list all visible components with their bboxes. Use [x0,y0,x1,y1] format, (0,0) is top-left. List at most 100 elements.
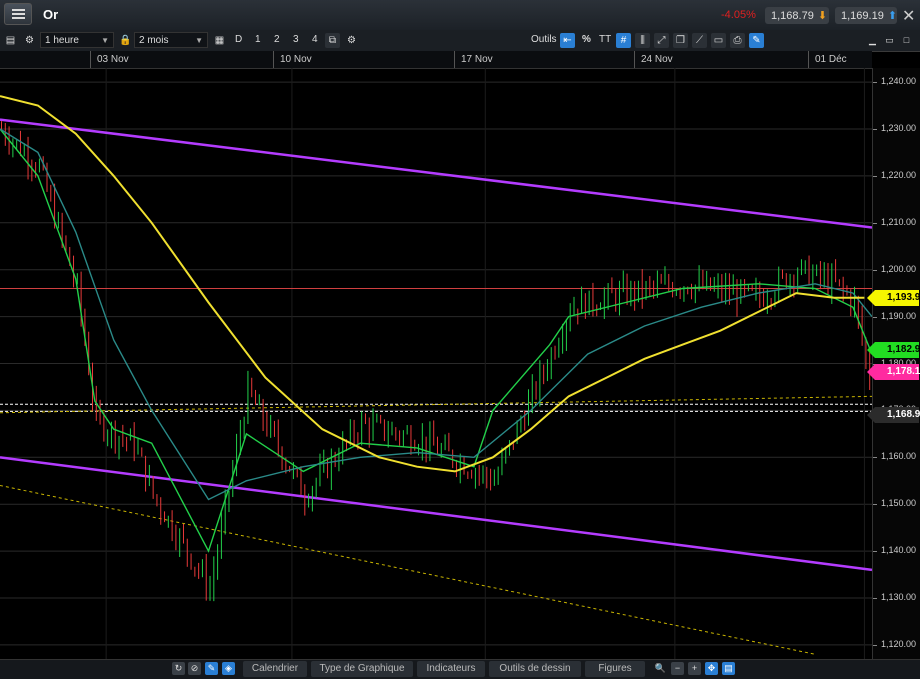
instrument-title: Or [43,7,59,22]
date-label: 01 Déc [815,54,847,65]
duplicate-icon[interactable]: ❐ [673,33,688,48]
chart-toolbar: ▤ ⚙ 1 heure ▼ 🔒 2 mois ▼ ▦ D 1 2 3 4 ⧉ ⚙ O… [0,30,920,52]
tick-mark [873,504,877,506]
tick-mark [873,82,877,84]
y-tick-label: 1,230.00 [881,122,917,133]
pencil-icon[interactable]: ✎ [205,662,218,675]
close-icon[interactable]: ✕ [902,6,915,26]
percent-toggle[interactable]: % [582,32,591,48]
trendline [0,118,872,229]
move-icon[interactable]: ✥ [705,662,718,675]
chart-type-button[interactable]: Type de Graphique [311,661,413,677]
zoom-out-icon[interactable]: − [671,662,684,675]
price-label: 1,168.99 [867,407,920,424]
maximize-icon[interactable]: □ [899,33,914,48]
bid-arrow-icon: ⬇ [817,10,828,22]
menu-icon[interactable] [4,3,32,25]
date-label: 24 Nov [641,54,673,65]
price-label-text: 1,168.99 [887,409,920,421]
date-divider [808,51,809,68]
date-label: 17 Nov [461,54,493,65]
settings-gear-icon[interactable]: ⚙ [22,33,37,48]
period-4[interactable]: 4 [312,32,318,48]
price-label: 1,182.93 [867,341,920,358]
minimize-icon[interactable]: ▁ [865,33,880,48]
ruler-icon[interactable]: ▤ [722,662,735,675]
y-tick-label: 1,200.00 [881,263,917,274]
zoom-fit-icon[interactable]: ⤢ [654,33,669,48]
grid-icon[interactable]: # [616,33,631,48]
indicators-button[interactable]: Indicateurs [417,661,485,677]
chevron-down-icon: ▼ [195,36,203,45]
date-divider [454,51,455,68]
calendar-button[interactable]: Calendrier [243,661,307,677]
price-label: 1,178.13 [867,364,920,381]
y-tick-label: 1,210.00 [881,216,917,227]
tick-mark [873,457,877,459]
date-label: 10 Nov [280,54,312,65]
tick-mark [873,316,877,318]
candles-icon[interactable]: ⫼ [635,33,650,48]
crosshair-tool-icon[interactable]: ⇤ [560,33,575,48]
text-tool[interactable]: TT [599,32,611,48]
chevron-down-icon: ▼ [101,36,109,45]
period-select[interactable]: 2 mois ▼ [134,32,208,48]
zoom-in-icon[interactable]: + [688,662,701,675]
bid-price-box[interactable]: 1,168.79 ⬇ [765,7,829,24]
price-chart[interactable] [0,68,872,659]
price-label-text: 1,178.13 [887,366,920,378]
price-label: 1,193.91 [867,290,920,307]
price-axis[interactable]: 1,120.00 1,130.00 1,140.00 1,150.00 1,160.00… [867,68,920,659]
y-tick-label: 1,130.00 [881,592,917,603]
y-tick-label: 1,140.00 [881,545,917,556]
refresh-icon[interactable]: ↻ [172,662,185,675]
y-tick-label: 1,240.00 [881,76,917,87]
tick-mark [873,598,877,600]
period-2[interactable]: 2 [274,32,280,48]
compare-icon[interactable]: ⧉ [325,33,340,48]
draw-tool-icon[interactable]: ✎ [749,33,764,48]
date-axis: 03 Nov 10 Nov 17 Nov 24 Nov 01 Déc [0,51,872,69]
price-label-text: 1,182.93 [887,343,920,355]
calendar-icon[interactable]: ▦ [212,33,227,48]
date-divider [634,51,635,68]
y-tick-label: 1,160.00 [881,451,917,462]
line-chart-icon[interactable]: ⟋ [692,33,707,48]
restore-icon[interactable]: ▭ [882,33,897,48]
price-label-text: 1,193.91 [887,292,920,304]
period-d[interactable]: D [235,32,242,48]
period-3[interactable]: 3 [293,32,299,48]
chart-settings-gear-icon[interactable]: ⚙ [344,33,359,48]
no-entry-icon[interactable]: ⊘ [188,662,201,675]
bid-price: 1,168.79 [771,10,814,22]
interval-select[interactable]: 1 heure ▼ [40,32,114,48]
lock-icon[interactable]: 🔒 [118,33,133,48]
tick-mark [873,128,877,130]
paint-icon[interactable]: ◈ [222,662,235,675]
y-tick-label: 1,220.00 [881,169,917,180]
tick-mark [873,644,877,646]
ask-price-box[interactable]: 1,169.19 ⬆ [835,7,897,24]
shapes-button[interactable]: Figures [585,661,645,677]
tick-mark [873,551,877,553]
print-icon[interactable]: ⎙ [730,33,745,48]
layout-icon[interactable]: ▤ [3,33,18,48]
indicator-line [0,128,872,501]
period-value: 2 mois [139,35,169,46]
drawing-tools-button[interactable]: Outils de dessin [489,661,581,677]
date-divider [90,51,91,68]
date-label: 03 Nov [97,54,129,65]
y-tick-label: 1,150.00 [881,498,917,509]
tick-mark [873,222,877,224]
search-icon[interactable]: 🔍 [654,662,667,675]
period-1[interactable]: 1 [255,32,261,48]
tick-mark [873,175,877,177]
ask-arrow-icon: ⬆ [887,10,898,22]
trendline [0,456,872,572]
box-icon[interactable]: ▭ [711,33,726,48]
y-tick-label: 1,120.00 [881,638,917,649]
date-divider [273,51,274,68]
bottom-toolbar: ↻ ⊘ ✎ ◈ Calendrier Type de Graphique Ind… [0,659,920,679]
tools-label[interactable]: Outils [531,32,557,48]
ask-price: 1,169.19 [841,10,884,22]
